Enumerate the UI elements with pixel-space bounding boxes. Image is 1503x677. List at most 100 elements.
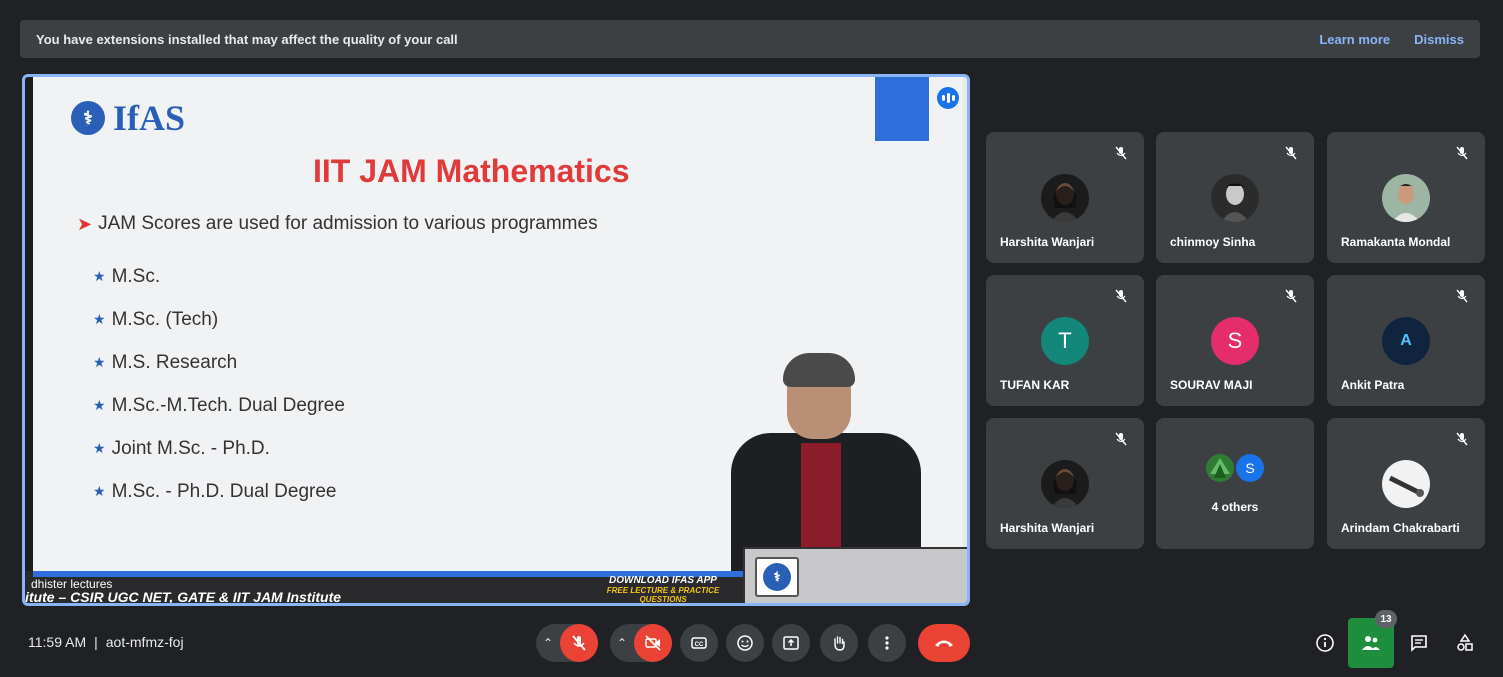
mic-off-icon — [1456, 146, 1468, 160]
star-icon: ★ — [93, 311, 106, 327]
present-screen-icon — [783, 636, 799, 650]
participant-name: chinmoy Sinha — [1170, 235, 1256, 249]
sub-bullet: ★ M.S. Research — [93, 341, 345, 384]
mic-off-icon — [1115, 432, 1127, 446]
meeting-code: aot-mfmz-foj — [105, 634, 184, 650]
more-vert-icon — [885, 636, 889, 650]
meeting-info: 11:59 AM | aot-mfmz-foj — [28, 634, 184, 650]
speaking-indicator-icon — [937, 87, 959, 109]
slide-corner-block — [875, 77, 929, 141]
others-avatar-initial: S — [1236, 454, 1264, 482]
slide-title: IIT JAM Mathematics — [313, 153, 630, 189]
people-icon — [1362, 636, 1380, 650]
slide-thumbnail: ⚕ — [743, 547, 967, 603]
main-bullet: ➤ JAM Scores are used for admission to v… — [77, 213, 598, 235]
star-icon: ★ — [93, 483, 106, 499]
camera-pill: ⌃ — [610, 624, 672, 662]
captions-control: CC — [680, 624, 718, 662]
mic-off-icon — [1285, 289, 1297, 303]
participant-tile[interactable]: A Ankit Patra — [1327, 275, 1485, 406]
raise-hand-button[interactable] — [820, 624, 858, 662]
participant-name: Ramakanta Mondal — [1341, 235, 1451, 249]
star-icon: ★ — [93, 268, 106, 284]
more-options-button[interactable] — [868, 624, 906, 662]
participant-avatar — [1041, 460, 1089, 508]
star-icon: ★ — [93, 440, 106, 456]
activities-button[interactable] — [1450, 628, 1480, 658]
mic-pill: ⌃ — [536, 624, 598, 662]
participant-tile[interactable]: Arindam Chakrabarti — [1327, 418, 1485, 549]
participant-name: Harshita Wanjari — [1000, 521, 1095, 535]
ifas-logo-text: IfAS — [113, 98, 186, 138]
info-separator: | — [94, 634, 98, 650]
sub-bullet-text: M.Sc. - Ph.D. Dual Degree — [111, 480, 337, 502]
leave-call-control — [918, 624, 970, 662]
sub-bullet-list: ★ M.Sc. ★ M.Sc. (Tech) ★ M.S. Research ★ M.S… — [93, 255, 345, 513]
star-icon: ★ — [93, 354, 106, 370]
emoji-icon — [737, 635, 753, 651]
leave-call-button[interactable] — [918, 624, 970, 662]
mic-off-icon — [1285, 146, 1297, 160]
captions-button[interactable]: CC — [680, 624, 718, 662]
dismiss-button[interactable]: Dismiss — [1414, 32, 1464, 47]
mic-toggle-button[interactable] — [560, 624, 598, 662]
mic-off-icon — [1115, 146, 1127, 160]
presenter-shirt — [801, 443, 841, 553]
participant-name: Harshita Wanjari — [1000, 235, 1095, 249]
participant-tile[interactable]: Ramakanta Mondal — [1327, 132, 1485, 263]
mic-off-icon — [1456, 432, 1468, 446]
mic-control: ⌃ — [536, 624, 598, 662]
participant-count-badge: 13 — [1375, 610, 1397, 628]
sub-bullet-text: M.S. Research — [111, 351, 238, 373]
participant-avatar: A — [1382, 317, 1430, 365]
ifas-logo-icon: ⚕ — [71, 101, 105, 135]
info-icon — [1316, 634, 1334, 652]
participant-avatar — [1041, 174, 1089, 222]
participant-avatar: S — [1211, 317, 1259, 365]
reactions-control — [726, 624, 764, 662]
app-promo-line1: DOWNLOAD IFAS APP — [609, 575, 717, 586]
reactions-button[interactable] — [726, 624, 764, 662]
mic-options-chevron-icon[interactable]: ⌃ — [536, 636, 560, 650]
participant-name: Arindam Chakrabarti — [1341, 521, 1460, 535]
presentation-stage[interactable]: ⚕ IfAS IIT JAM Mathematics ➤ JAM Scores … — [22, 74, 970, 606]
participant-name: SOURAV MAJI — [1170, 378, 1253, 392]
mic-off-icon — [1115, 289, 1127, 303]
presenter-video — [723, 353, 923, 573]
camera-options-chevron-icon[interactable]: ⌃ — [610, 636, 634, 650]
raise-hand-control — [820, 624, 858, 662]
participant-avatar — [1382, 174, 1430, 222]
activities-icon — [1457, 633, 1473, 651]
camera-control: ⌃ — [610, 624, 672, 662]
svg-text:CC: CC — [695, 642, 704, 648]
others-tile[interactable]: S 4 others — [1156, 418, 1314, 549]
present-button[interactable] — [772, 624, 810, 662]
ifas-logo: ⚕ IfAS — [71, 97, 185, 139]
thumbnail-logo: ⚕ — [755, 557, 799, 597]
slide: ⚕ IfAS IIT JAM Mathematics ➤ JAM Scores … — [33, 77, 963, 573]
sub-bullet: ★ M.Sc.-M.Tech. Dual Degree — [93, 384, 345, 427]
meeting-details-button[interactable] — [1310, 628, 1340, 658]
learn-more-link[interactable]: Learn more — [1319, 32, 1390, 47]
participant-tile[interactable]: chinmoy Sinha — [1156, 132, 1314, 263]
sub-bullet: ★ M.Sc. - Ph.D. Dual Degree — [93, 470, 345, 513]
app-promo-line2: FREE LECTURE & PRACTICE QUESTIONS — [606, 586, 720, 604]
sub-bullet-text: M.Sc. (Tech) — [111, 308, 219, 330]
chat-button[interactable] — [1404, 628, 1434, 658]
present-control — [772, 624, 810, 662]
camera-toggle-button[interactable] — [634, 624, 672, 662]
participant-tile[interactable]: Harshita Wanjari — [986, 418, 1144, 549]
banner-message: You have extensions installed that may a… — [36, 31, 458, 47]
participant-tile[interactable]: S SOURAV MAJI — [1156, 275, 1314, 406]
participant-tile[interactable]: Harshita Wanjari — [986, 132, 1144, 263]
participant-avatar — [1211, 174, 1259, 222]
others-count: 4 others — [1211, 500, 1259, 514]
participant-avatar: T — [1041, 317, 1089, 365]
captions-icon: CC — [691, 637, 707, 649]
bottom-toolbar: 11:59 AM | aot-mfmz-foj ⌃ ⌃ CC 13 — [0, 610, 1503, 668]
chat-icon — [1411, 635, 1427, 652]
participant-tile[interactable]: T TUFAN KAR — [986, 275, 1144, 406]
ticker-text: itute – CSIR UGC NET, GATE & IIT JAM Ins… — [25, 589, 342, 605]
sub-bullet: ★ M.Sc. (Tech) — [93, 298, 345, 341]
sub-bullet-text: M.Sc. — [111, 265, 161, 287]
